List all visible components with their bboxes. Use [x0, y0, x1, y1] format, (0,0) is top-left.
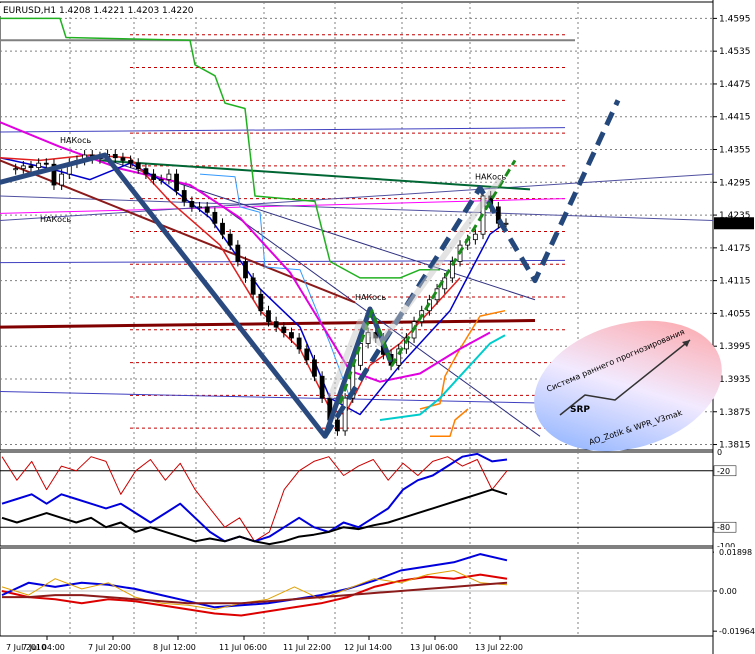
time-tick-label-2: 7 Jul 20:00	[88, 643, 131, 652]
osc2-tick-label-1: 0.00	[719, 587, 737, 596]
candle-body	[135, 162, 141, 170]
osc1-tick-label-0: 0	[717, 448, 722, 457]
candle-body	[342, 397, 348, 432]
candle-body	[266, 310, 271, 323]
price-tick-label-4: 1.4355	[719, 146, 751, 156]
candle-body	[112, 154, 118, 159]
time-tick-label-3: 8 Jul 12:00	[153, 643, 196, 652]
НАКось-label-1: НАКось	[60, 136, 91, 145]
price-tick-label-8: 1.4115	[719, 277, 751, 287]
price-tick-label-0: 1.4595	[719, 14, 751, 24]
candle-body	[158, 179, 164, 181]
price-tick-label-11: 1.3935	[719, 375, 751, 385]
candle-body	[273, 321, 279, 328]
НАКось-label-4: НАКось	[475, 173, 506, 182]
candle-body	[212, 211, 218, 224]
price-tick-label-5: 1.4295	[719, 178, 751, 188]
oscillator-pane-2	[0, 547, 714, 637]
price-tick-label-13: 1.3815	[719, 441, 751, 451]
candle-body	[235, 244, 241, 262]
time-tick-label-4: 11 Jul 06:00	[219, 643, 267, 652]
price-tick-label-2: 1.4475	[719, 80, 751, 90]
chart-canvas: 1.4595 1.4535 1.4475 1.4415 1.4355 1.4295 1.42…	[0, 0, 755, 654]
price-tick-label-1: 1.4535	[719, 47, 751, 57]
candle-body	[442, 277, 448, 290]
candle-body	[59, 173, 65, 186]
candle-body	[20, 165, 26, 170]
candle-body	[204, 206, 210, 213]
osc1-value-20: -20	[717, 467, 730, 476]
candle-body	[220, 222, 225, 235]
price-tick-label-7: 1.4175	[719, 244, 751, 254]
osc2-tick-label-2: -0.01964	[719, 627, 755, 636]
candle-body	[143, 168, 149, 175]
candle-body	[28, 165, 34, 168]
candle-body	[296, 337, 302, 350]
candle-body	[197, 206, 202, 209]
candle-body	[312, 359, 317, 377]
candle-body	[166, 173, 172, 180]
time-tick-label-5: 11 Jul 22:00	[283, 643, 331, 652]
price-tick-label-3: 1.4415	[719, 113, 751, 123]
candle-body	[43, 162, 49, 165]
НАКось-label-2: НАКось	[40, 215, 71, 224]
candle-body	[13, 168, 19, 171]
candle-body	[258, 293, 264, 312]
candle-body	[36, 162, 42, 168]
price-tick-label-10: 1.3995	[719, 342, 751, 352]
candle-body	[189, 201, 195, 208]
candle-body	[250, 277, 256, 295]
candle-body	[289, 332, 294, 339]
candle-body	[174, 173, 179, 191]
candle-body	[281, 326, 287, 333]
candle-body	[227, 233, 233, 246]
candle-body	[181, 190, 187, 202]
time-tick-label-1: 7 Jul 04:00	[22, 643, 65, 652]
candle-body	[151, 173, 156, 180]
time-tick-label-8: 13 Jul 22:00	[475, 643, 523, 652]
price-tick-label-9: 1.4055	[719, 309, 751, 319]
candle-body	[319, 375, 325, 399]
price-tick-label-12: 1.3875	[719, 408, 751, 418]
candle-body	[243, 261, 248, 279]
mt4-chart-window: 1.4595 1.4535 1.4475 1.4415 1.4355 1.4295 1.42…	[0, 0, 755, 654]
oscillator-pane-1	[0, 451, 714, 547]
candle-body	[335, 419, 340, 432]
time-tick-label-7: 13 Jul 06:00	[410, 643, 458, 652]
logo-text: SRP	[570, 405, 590, 415]
candle-body	[120, 157, 126, 161]
current-price-label: 1.4220	[719, 219, 751, 229]
candle-body	[503, 222, 509, 225]
osc2-value-label: 0.01898	[719, 548, 752, 557]
НАКось-label-3: НАКось	[355, 293, 386, 302]
candle-body	[304, 348, 310, 361]
time-tick-label-6: 12 Jul 14:00	[344, 643, 392, 652]
candle-body	[472, 233, 478, 241]
symbol-ohlc-readout: EURUSD,H1 1.4208 1.4221 1.4203 1.4220	[3, 6, 194, 16]
candle-body	[128, 160, 133, 164]
osc1-value-80: -80	[717, 523, 730, 532]
